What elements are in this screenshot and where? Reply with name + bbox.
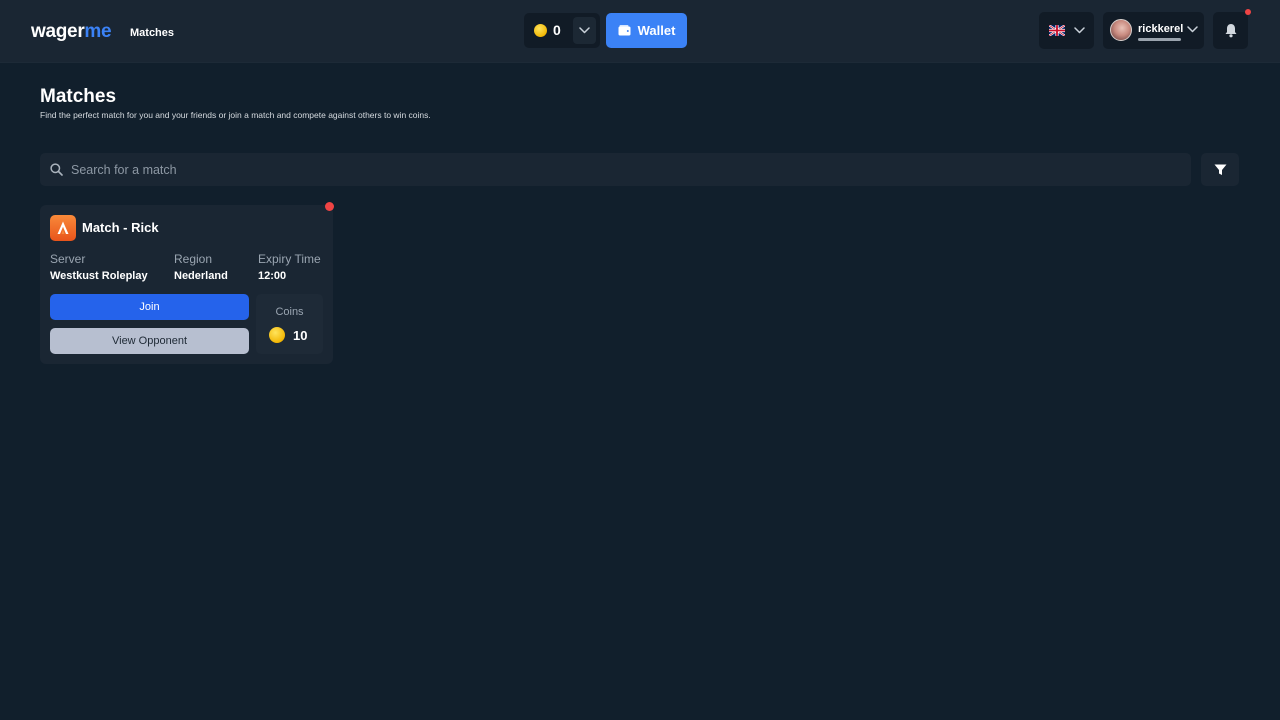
chevron-down-icon — [1073, 27, 1085, 34]
notification-dot — [1245, 9, 1251, 15]
filter-icon — [1214, 164, 1226, 175]
search-icon — [50, 163, 63, 176]
view-opponent-button[interactable]: View Opponent — [50, 328, 249, 354]
search-input[interactable] — [71, 153, 1171, 186]
wallet-icon — [618, 25, 631, 36]
coin-balance: 0 — [524, 13, 600, 48]
match-title: Match - Rick — [82, 220, 159, 235]
server-value: Westkust Roleplay — [50, 270, 148, 282]
coins-value: 10 — [293, 328, 308, 343]
logo-wager: wager — [31, 21, 85, 42]
logo[interactable]: wagerme — [31, 21, 112, 43]
user-menu[interactable]: rickkerel — [1103, 12, 1204, 49]
notifications-button[interactable] — [1213, 12, 1248, 49]
region-value: Nederland — [174, 270, 228, 282]
logo-me: me — [84, 21, 112, 42]
chevron-down-icon — [579, 27, 590, 34]
uk-flag-icon — [1048, 25, 1065, 36]
balance-amount: 0 — [553, 22, 561, 38]
region-label: Region — [174, 252, 213, 266]
match-card: Match - Rick Server Westkust Roleplay Re… — [40, 205, 333, 364]
wallet-button[interactable]: Wallet — [606, 13, 687, 48]
join-button[interactable]: Join — [50, 294, 249, 320]
coin-icon — [269, 327, 285, 343]
avatar — [1110, 19, 1132, 41]
expiry-label: Expiry Time — [258, 252, 321, 266]
nav-matches[interactable]: Matches — [130, 26, 174, 40]
coins-box: Coins 10 — [256, 294, 323, 354]
coins-label: Coins — [275, 306, 304, 318]
page-title: Matches — [40, 86, 117, 107]
filter-button[interactable] — [1201, 153, 1239, 186]
top-bar: wagerme Matches 0 Wallet rickkerel — [0, 0, 1280, 63]
wallet-label: Wallet — [637, 23, 676, 38]
coin-icon — [534, 24, 547, 37]
balance-dropdown-button[interactable] — [573, 17, 596, 44]
server-label: Server — [50, 252, 86, 266]
language-selector[interactable] — [1039, 12, 1094, 49]
match-status-dot — [325, 202, 334, 211]
search-bar — [40, 153, 1191, 186]
game-icon — [50, 215, 76, 241]
user-level-bar — [1138, 38, 1181, 41]
bell-icon — [1225, 24, 1236, 38]
username: rickkerel — [1138, 23, 1184, 35]
chevron-down-icon — [1187, 26, 1198, 33]
expiry-value: 12:00 — [258, 270, 287, 282]
page-subtitle: Find the perfect match for you and your … — [40, 110, 431, 120]
